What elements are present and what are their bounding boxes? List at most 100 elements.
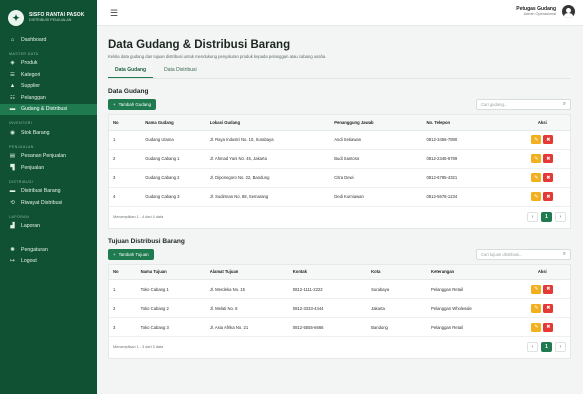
edit-button[interactable]: ✎ (531, 322, 542, 332)
trash-icon: ✖ (546, 174, 551, 181)
action-cell: ✎ ✖ (514, 168, 570, 188)
table-cell: 0812-3333-4444 (288, 298, 368, 318)
table-row: 3 Gudang Cabang 2 Jl. Diponegoro No. 22, B… (109, 168, 570, 188)
page-button[interactable]: 1 (541, 342, 552, 352)
prev-page-button[interactable]: ‹ (527, 211, 538, 222)
gudang-table: No Nama Gudang Lokasi Gudang Penanggung Jaw… (109, 115, 570, 207)
table-cell: 0812-2345-6789 (422, 149, 515, 169)
sidebar-item-pelanggan[interactable]: ☷ Pelanggan (0, 92, 97, 104)
delete-button[interactable]: ✖ (543, 303, 554, 313)
trash-icon: ✖ (546, 193, 551, 200)
edit-button[interactable]: ✎ (531, 154, 542, 163)
table-row: 4 Gudang Cabang 3 Jl. Sudirman No. 88, Sem… (109, 187, 570, 207)
delete-button[interactable]: ✖ (543, 154, 554, 163)
tab-bar: Data Gudang Data Distribusi (108, 67, 571, 79)
table-cell: 4 (109, 187, 142, 207)
user-menu[interactable]: Petugas Gudang Admin Operasional (516, 5, 575, 18)
tujuan-search-input[interactable] (481, 251, 556, 257)
next-page-button[interactable]: › (555, 342, 566, 352)
plus-icon: + (113, 251, 116, 257)
tujuan-table-card: No Nama Tujuan Alamat Tujuan Kontak Kota Kete… (108, 263, 571, 359)
pencil-icon: ✎ (534, 305, 539, 311)
prev-page-button[interactable]: ‹ (527, 342, 538, 352)
add-tujuan-button[interactable]: + Tambah Tujuan (108, 248, 154, 260)
edit-button[interactable]: ✎ (531, 192, 542, 201)
delete-button[interactable]: ✖ (543, 284, 554, 294)
table-cell: 0812-5678-1234 (422, 187, 515, 207)
sidebar: ✦ SISFO RANTAI PASOK DISTRIBUSI PENJUALA… (0, 0, 97, 394)
sidebar-item-laporan[interactable]: ▟ Laporan (0, 221, 97, 233)
table-cell: 2 (109, 149, 142, 169)
sidebar-item-distribusi-barang[interactable]: ▬ Distribusi Barang (0, 186, 97, 198)
search-icon[interactable]: ⌕ (563, 251, 566, 258)
table-cell: Toko Cabang 3 (136, 317, 206, 337)
table-cell: Dedi Kurniawan (330, 187, 423, 207)
table-row: 3 Toko Cabang 3 Jl. Asia Afrika No. 21 0812… (109, 317, 570, 337)
sidebar-item-pesanan-penjualan[interactable]: ▤ Pesanan Penjualan (0, 151, 97, 163)
edit-button[interactable]: ✎ (531, 303, 542, 313)
search-icon[interactable]: ⌕ (563, 101, 566, 108)
table-row: 1 Gudang Utama Jl. Raya Industri No. 10, S… (109, 130, 570, 150)
avatar[interactable] (562, 5, 575, 18)
edit-button[interactable]: ✎ (531, 135, 542, 144)
table-cell: 0812-6785-4321 (422, 168, 515, 188)
table-cell: Pelanggan Retail (427, 317, 515, 337)
warehouse-icon: ▬ (9, 106, 16, 113)
page-title: Data Gudang & Distribusi Barang (108, 39, 291, 51)
sidebar-item-produk[interactable]: ◈ Produk (0, 58, 97, 70)
page-button[interactable]: 1 (541, 211, 552, 222)
edit-button[interactable]: ✎ (531, 284, 542, 294)
menu-toggle-icon[interactable]: ☰ (110, 8, 118, 19)
delete-button[interactable]: ✖ (543, 135, 554, 144)
add-gudang-button[interactable]: + Tambah Gudang (108, 99, 157, 110)
action-cell: ✎ ✖ (514, 298, 570, 318)
sidebar-item-label: Supplier (21, 83, 41, 90)
column-header: Kontak (288, 264, 368, 280)
sidebar-item-dashboard[interactable]: ⌂ Dashboard (0, 34, 97, 46)
pencil-icon: ✎ (534, 193, 539, 200)
brand[interactable]: ✦ SISFO RANTAI PASOK DISTRIBUSI PENJUALA… (0, 0, 97, 34)
edit-button[interactable]: ✎ (531, 173, 542, 182)
sidebar-item-logout[interactable]: ↦ Logout (0, 256, 97, 268)
cart-icon: ▜ (10, 164, 15, 171)
action-cell: ✎ ✖ (514, 317, 570, 337)
table-cell: Toko Cabang 1 (136, 279, 206, 299)
tab-data-distribusi[interactable]: Data Distribusi (157, 67, 204, 78)
trash-icon: ✖ (546, 136, 551, 143)
sidebar-item-riwayat-distribusi[interactable]: ⟲ Riwayat Distribusi (0, 197, 97, 209)
sidebar-item-stok-barang[interactable]: ◉ Stok Barang (0, 127, 97, 139)
pencil-icon: ✎ (534, 155, 539, 162)
sidebar-item-label: Logout (21, 258, 37, 265)
tujuan-pagination: ‹ 1 › (527, 342, 566, 352)
table-row: 2 Toko Cabang 2 Jl. Melati No. 8 0812-3333-… (109, 298, 570, 318)
history-icon: ⟲ (10, 199, 15, 206)
table-cell: Jl. Ahmad Yani No. 45, Jakarta (205, 149, 331, 169)
table-cell: 3 (109, 168, 142, 188)
sidebar-item-gudang-distribusi[interactable]: ▬ Gudang & Distribusi (0, 103, 97, 115)
table-cell: Andi Setiawan (330, 130, 423, 150)
sidebar-item-label: Stok Barang (21, 129, 50, 136)
tab-data-gudang[interactable]: Data Gudang (108, 67, 154, 78)
nav-section-label: MASTER DATA (9, 51, 39, 56)
delete-button[interactable]: ✖ (543, 192, 554, 201)
tag-icon: ☰ (10, 71, 15, 78)
table-cell: 2 (109, 298, 137, 318)
sidebar-item-penjualan[interactable]: ▜ Penjualan (0, 162, 97, 174)
table-cell: 0812-5555-6666 (288, 317, 368, 337)
brand-subtitle: DISTRIBUSI PENJUALAN (29, 17, 72, 22)
gudang-search-input[interactable] (481, 102, 556, 107)
table-cell: Jl. Raya Industri No. 10, Surabaya (205, 130, 331, 150)
sidebar-item-pengaturan[interactable]: ✺ Pengaturan (0, 244, 97, 256)
tujuan-search: ⌕ (476, 248, 571, 260)
next-page-button[interactable]: › (555, 211, 566, 222)
sidebar-item-supplier[interactable]: ▲ Supplier (0, 81, 97, 93)
delete-button[interactable]: ✖ (543, 322, 554, 332)
sidebar-item-label: Pengaturan (21, 246, 48, 253)
sidebar-item-kategori[interactable]: ☰ Kategori (0, 69, 97, 81)
tujuan-table-info: Menampilkan 1 - 3 dari 3 data (113, 345, 164, 349)
delete-button[interactable]: ✖ (543, 173, 554, 182)
table-cell: 1 (109, 279, 137, 299)
logout-icon: ↦ (10, 258, 15, 265)
tujuan-table: No Nama Tujuan Alamat Tujuan Kontak Kota Kete… (109, 264, 570, 337)
